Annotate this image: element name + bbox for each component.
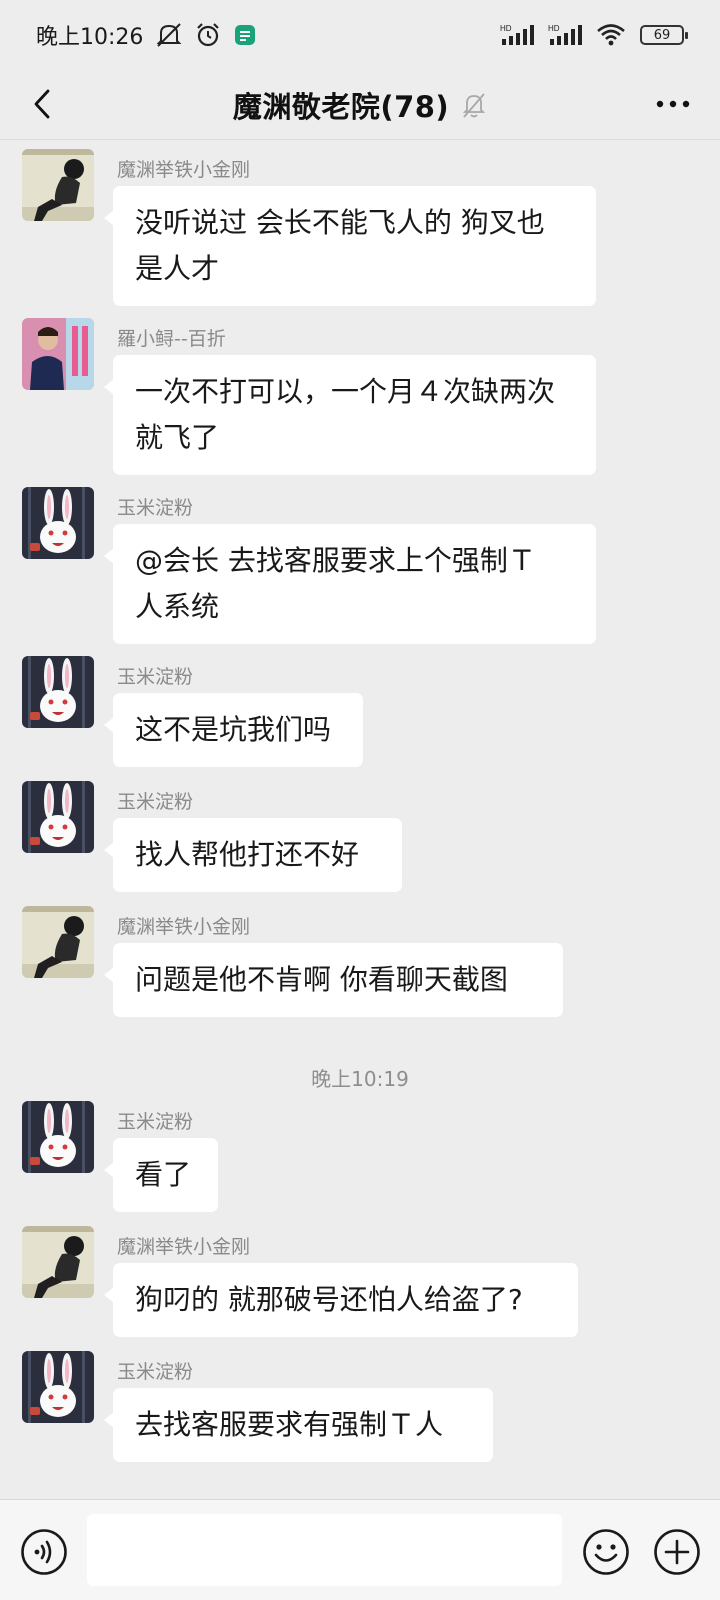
sender-name: 魔渊举铁小金刚 xyxy=(117,1236,251,1258)
avatar-bunny[interactable] xyxy=(22,656,94,728)
status-time: 晚上10:26 xyxy=(36,25,144,50)
voice-icon xyxy=(21,1529,67,1575)
message-line: 去找客服要求有强制Ｔ人 xyxy=(135,1408,444,1441)
emoji-icon xyxy=(583,1529,629,1575)
avatar-bunny[interactable] xyxy=(22,1351,94,1423)
message-bubble[interactable]: 找人帮他打还不好 xyxy=(104,818,402,892)
message-line: @会长 去找客服要求上个强制Ｔ xyxy=(135,544,536,577)
message-line: 狗叼的 就那破号还怕人给盗了? xyxy=(135,1283,523,1316)
message-line: 就飞了 xyxy=(135,421,220,454)
message-bubble[interactable]: 狗叼的 就那破号还怕人给盗了? xyxy=(104,1263,578,1337)
app-notification-icon xyxy=(233,23,257,47)
message-bubble[interactable]: 这不是坑我们吗 xyxy=(104,693,363,767)
girl-photo-avatar-icon xyxy=(22,1226,94,1298)
bunny-avatar-icon xyxy=(22,781,94,853)
message-line: 问题是他不肯啊 你看聊天截图 xyxy=(135,963,508,996)
bunny-avatar-icon xyxy=(22,1351,94,1423)
avatar-girl-photo[interactable] xyxy=(22,149,94,221)
sender-name: 羅小鲟--百折 xyxy=(117,328,226,350)
message-line: 是人才 xyxy=(135,252,220,285)
avatar-bunny[interactable] xyxy=(22,781,94,853)
emoji-button[interactable] xyxy=(582,1528,630,1576)
more-functions-button[interactable] xyxy=(653,1528,701,1576)
message-bubble[interactable]: 问题是他不肯啊 你看聊天截图 xyxy=(104,943,563,1017)
sender-name: 玉米淀粉 xyxy=(117,497,194,519)
avatar-girl-photo[interactable] xyxy=(22,906,94,978)
avatar-girl-photo[interactable] xyxy=(22,1226,94,1298)
message-text-input[interactable] xyxy=(87,1514,562,1586)
battery-level: 69 xyxy=(653,27,671,43)
sender-name: 玉米淀粉 xyxy=(117,666,194,688)
bunny-avatar-icon xyxy=(22,656,94,728)
signal-hd-1-icon: HD xyxy=(500,23,534,47)
wifi-icon xyxy=(596,23,626,47)
sender-name: 魔渊举铁小金刚 xyxy=(117,159,251,181)
message-bubble[interactable]: 没听说过 会长不能飞人的 狗叉也 是人才 xyxy=(104,186,596,306)
message-bubble[interactable]: @会长 去找客服要求上个强制Ｔ 人系统 xyxy=(104,524,596,644)
chat-header: 魔渊敬老院(78) xyxy=(0,70,720,140)
status-bar: 晚上10:26 HD HD 69 xyxy=(0,0,720,70)
message-line: 看了 xyxy=(135,1158,192,1191)
status-left: 晚上10:26 xyxy=(36,19,257,51)
chat-title: 魔渊敬老院(78) xyxy=(232,89,450,124)
avatar-bunny[interactable] xyxy=(22,487,94,559)
signal-hd-2-icon: HD xyxy=(548,23,582,47)
back-button[interactable] xyxy=(22,84,62,124)
more-options-button[interactable] xyxy=(648,84,698,124)
bell-off-icon xyxy=(463,92,486,118)
more-horizontal-icon xyxy=(656,100,690,108)
svg-text:HD: HD xyxy=(500,24,512,33)
bunny-avatar-icon xyxy=(22,1101,94,1173)
alarm-clock-icon xyxy=(195,22,221,48)
input-bar xyxy=(0,1499,720,1600)
svg-text:HD: HD xyxy=(548,24,560,33)
chat-message-list[interactable]: 魔渊举铁小金刚 没听说过 会长不能飞人的 狗叉也 是人才 羅小鲟--百折 一次不… xyxy=(0,141,720,1499)
avatar-man-photo[interactable] xyxy=(22,318,94,390)
sender-name: 魔渊举铁小金刚 xyxy=(117,916,251,938)
status-right: HD HD 69 xyxy=(500,23,688,47)
plus-icon xyxy=(654,1529,700,1575)
mute-notifications-icon xyxy=(155,22,183,48)
man-photo-avatar-icon xyxy=(22,318,94,390)
title-wrap: 魔渊敬老院(78) xyxy=(233,84,487,126)
sender-name: 玉米淀粉 xyxy=(117,1111,194,1133)
message-line: 一次不打可以，一个月４次缺两次 xyxy=(135,375,556,408)
message-bubble[interactable]: 看了 xyxy=(104,1138,218,1212)
sender-name: 玉米淀粉 xyxy=(117,791,194,813)
message-bubble[interactable]: 一次不打可以，一个月４次缺两次 就飞了 xyxy=(104,355,596,475)
message-line: 这不是坑我们吗 xyxy=(135,713,332,746)
message-line: 找人帮他打还不好 xyxy=(135,838,360,871)
time-separator: 晚上10:19 xyxy=(311,1067,409,1091)
girl-photo-avatar-icon xyxy=(22,906,94,978)
message-line: 人系统 xyxy=(135,590,220,623)
battery-indicator: 69 xyxy=(640,25,688,45)
sender-name: 玉米淀粉 xyxy=(117,1361,194,1383)
message-bubble[interactable]: 去找客服要求有强制Ｔ人 xyxy=(104,1388,493,1462)
message-line: 没听说过 会长不能飞人的 狗叉也 xyxy=(135,206,545,239)
bunny-avatar-icon xyxy=(22,487,94,559)
chevron-left-icon xyxy=(34,89,50,119)
voice-input-button[interactable] xyxy=(20,1528,68,1576)
avatar-bunny[interactable] xyxy=(22,1101,94,1173)
girl-photo-avatar-icon xyxy=(22,149,94,221)
